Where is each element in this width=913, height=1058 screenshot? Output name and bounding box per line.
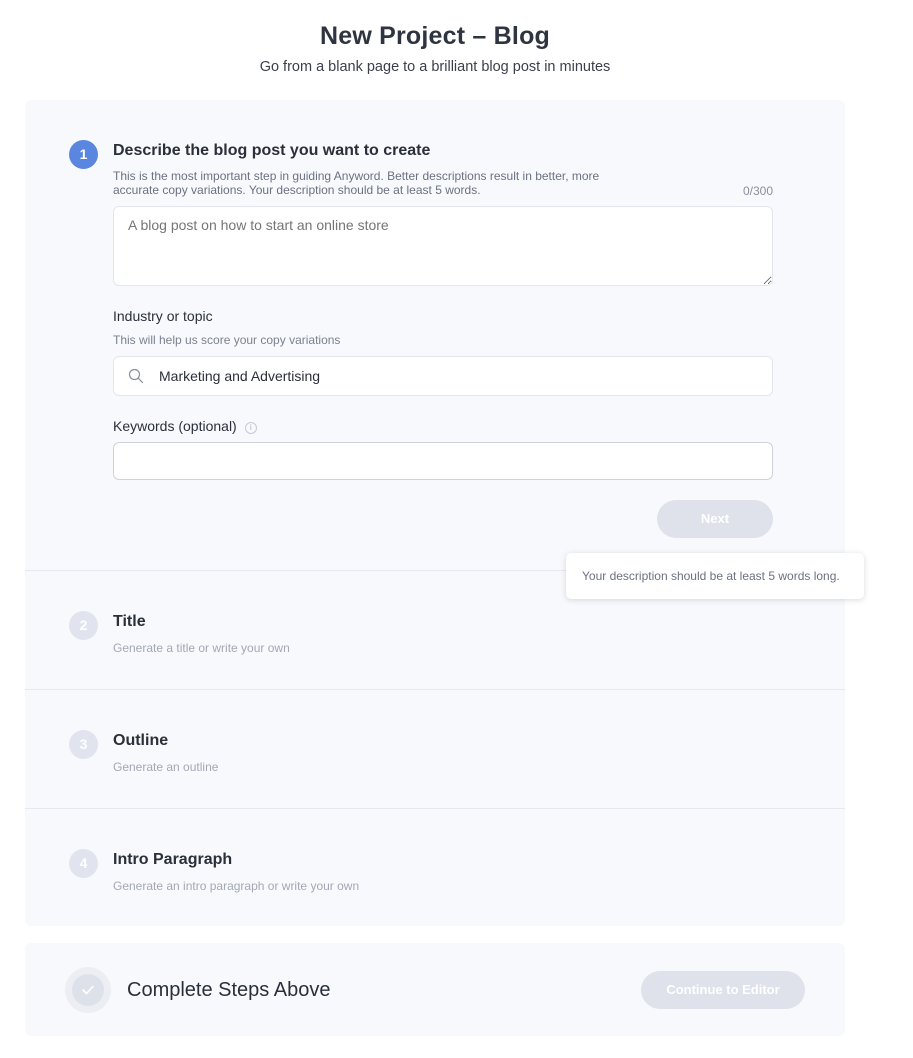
check-badge bbox=[65, 967, 111, 1013]
description-textarea[interactable] bbox=[113, 206, 773, 286]
complete-card: Complete Steps Above Continue to Editor bbox=[25, 943, 845, 1036]
step-title-describe: Describe the blog post you want to creat… bbox=[113, 142, 431, 159]
step-subtitle-intro: Generate an intro paragraph or write you… bbox=[113, 879, 360, 893]
industry-help-text: This will help us score your copy variat… bbox=[113, 333, 341, 347]
page-title: New Project – Blog bbox=[319, 22, 551, 50]
complete-steps-title: Complete Steps Above bbox=[127, 979, 331, 1001]
continue-to-editor-button[interactable]: Continue to Editor bbox=[641, 971, 805, 1009]
industry-value: Marketing and Advertising bbox=[159, 368, 321, 384]
step-subtitle-outline: Generate an outline bbox=[113, 760, 219, 774]
page-header: New Project – Blog Go from a blank page … bbox=[0, 22, 870, 75]
step-describe: 1 Describe the blog post you want to cre… bbox=[25, 100, 845, 571]
check-icon bbox=[82, 985, 94, 995]
description-help-text: This is the most important step in guidi… bbox=[113, 169, 600, 197]
page-subtitle: Go from a blank page to a brilliant blog… bbox=[259, 59, 611, 75]
validation-tooltip: Your description should be at least 5 wo… bbox=[566, 553, 864, 599]
step-title-intro: Intro Paragraph bbox=[113, 851, 233, 868]
steps-card: 1 Describe the blog post you want to cre… bbox=[25, 100, 845, 926]
search-icon bbox=[128, 368, 144, 389]
industry-select[interactable]: Marketing and Advertising bbox=[113, 356, 773, 396]
step-subtitle-title: Generate a title or write your own bbox=[113, 641, 290, 655]
step-number-2: 2 bbox=[69, 611, 98, 640]
info-icon[interactable]: i bbox=[244, 422, 257, 434]
step-title-title: Title bbox=[113, 613, 146, 630]
character-counter: 0/300 bbox=[742, 184, 773, 198]
step-number-1: 1 bbox=[69, 140, 98, 169]
next-button[interactable]: Next bbox=[657, 500, 773, 538]
keywords-input[interactable] bbox=[113, 442, 773, 480]
step-outline-section[interactable]: 3 Outline Generate an outline bbox=[25, 690, 845, 809]
step-title-outline: Outline bbox=[113, 732, 169, 749]
step-number-3: 3 bbox=[69, 730, 98, 759]
keywords-label: Keywords (optional) bbox=[113, 418, 237, 434]
step-intro-section[interactable]: 4 Intro Paragraph Generate an intro para… bbox=[25, 809, 845, 926]
keywords-label-row: Keywords (optional) i bbox=[113, 418, 257, 434]
step-number-4: 4 bbox=[69, 849, 98, 878]
industry-label: Industry or topic bbox=[113, 308, 213, 324]
